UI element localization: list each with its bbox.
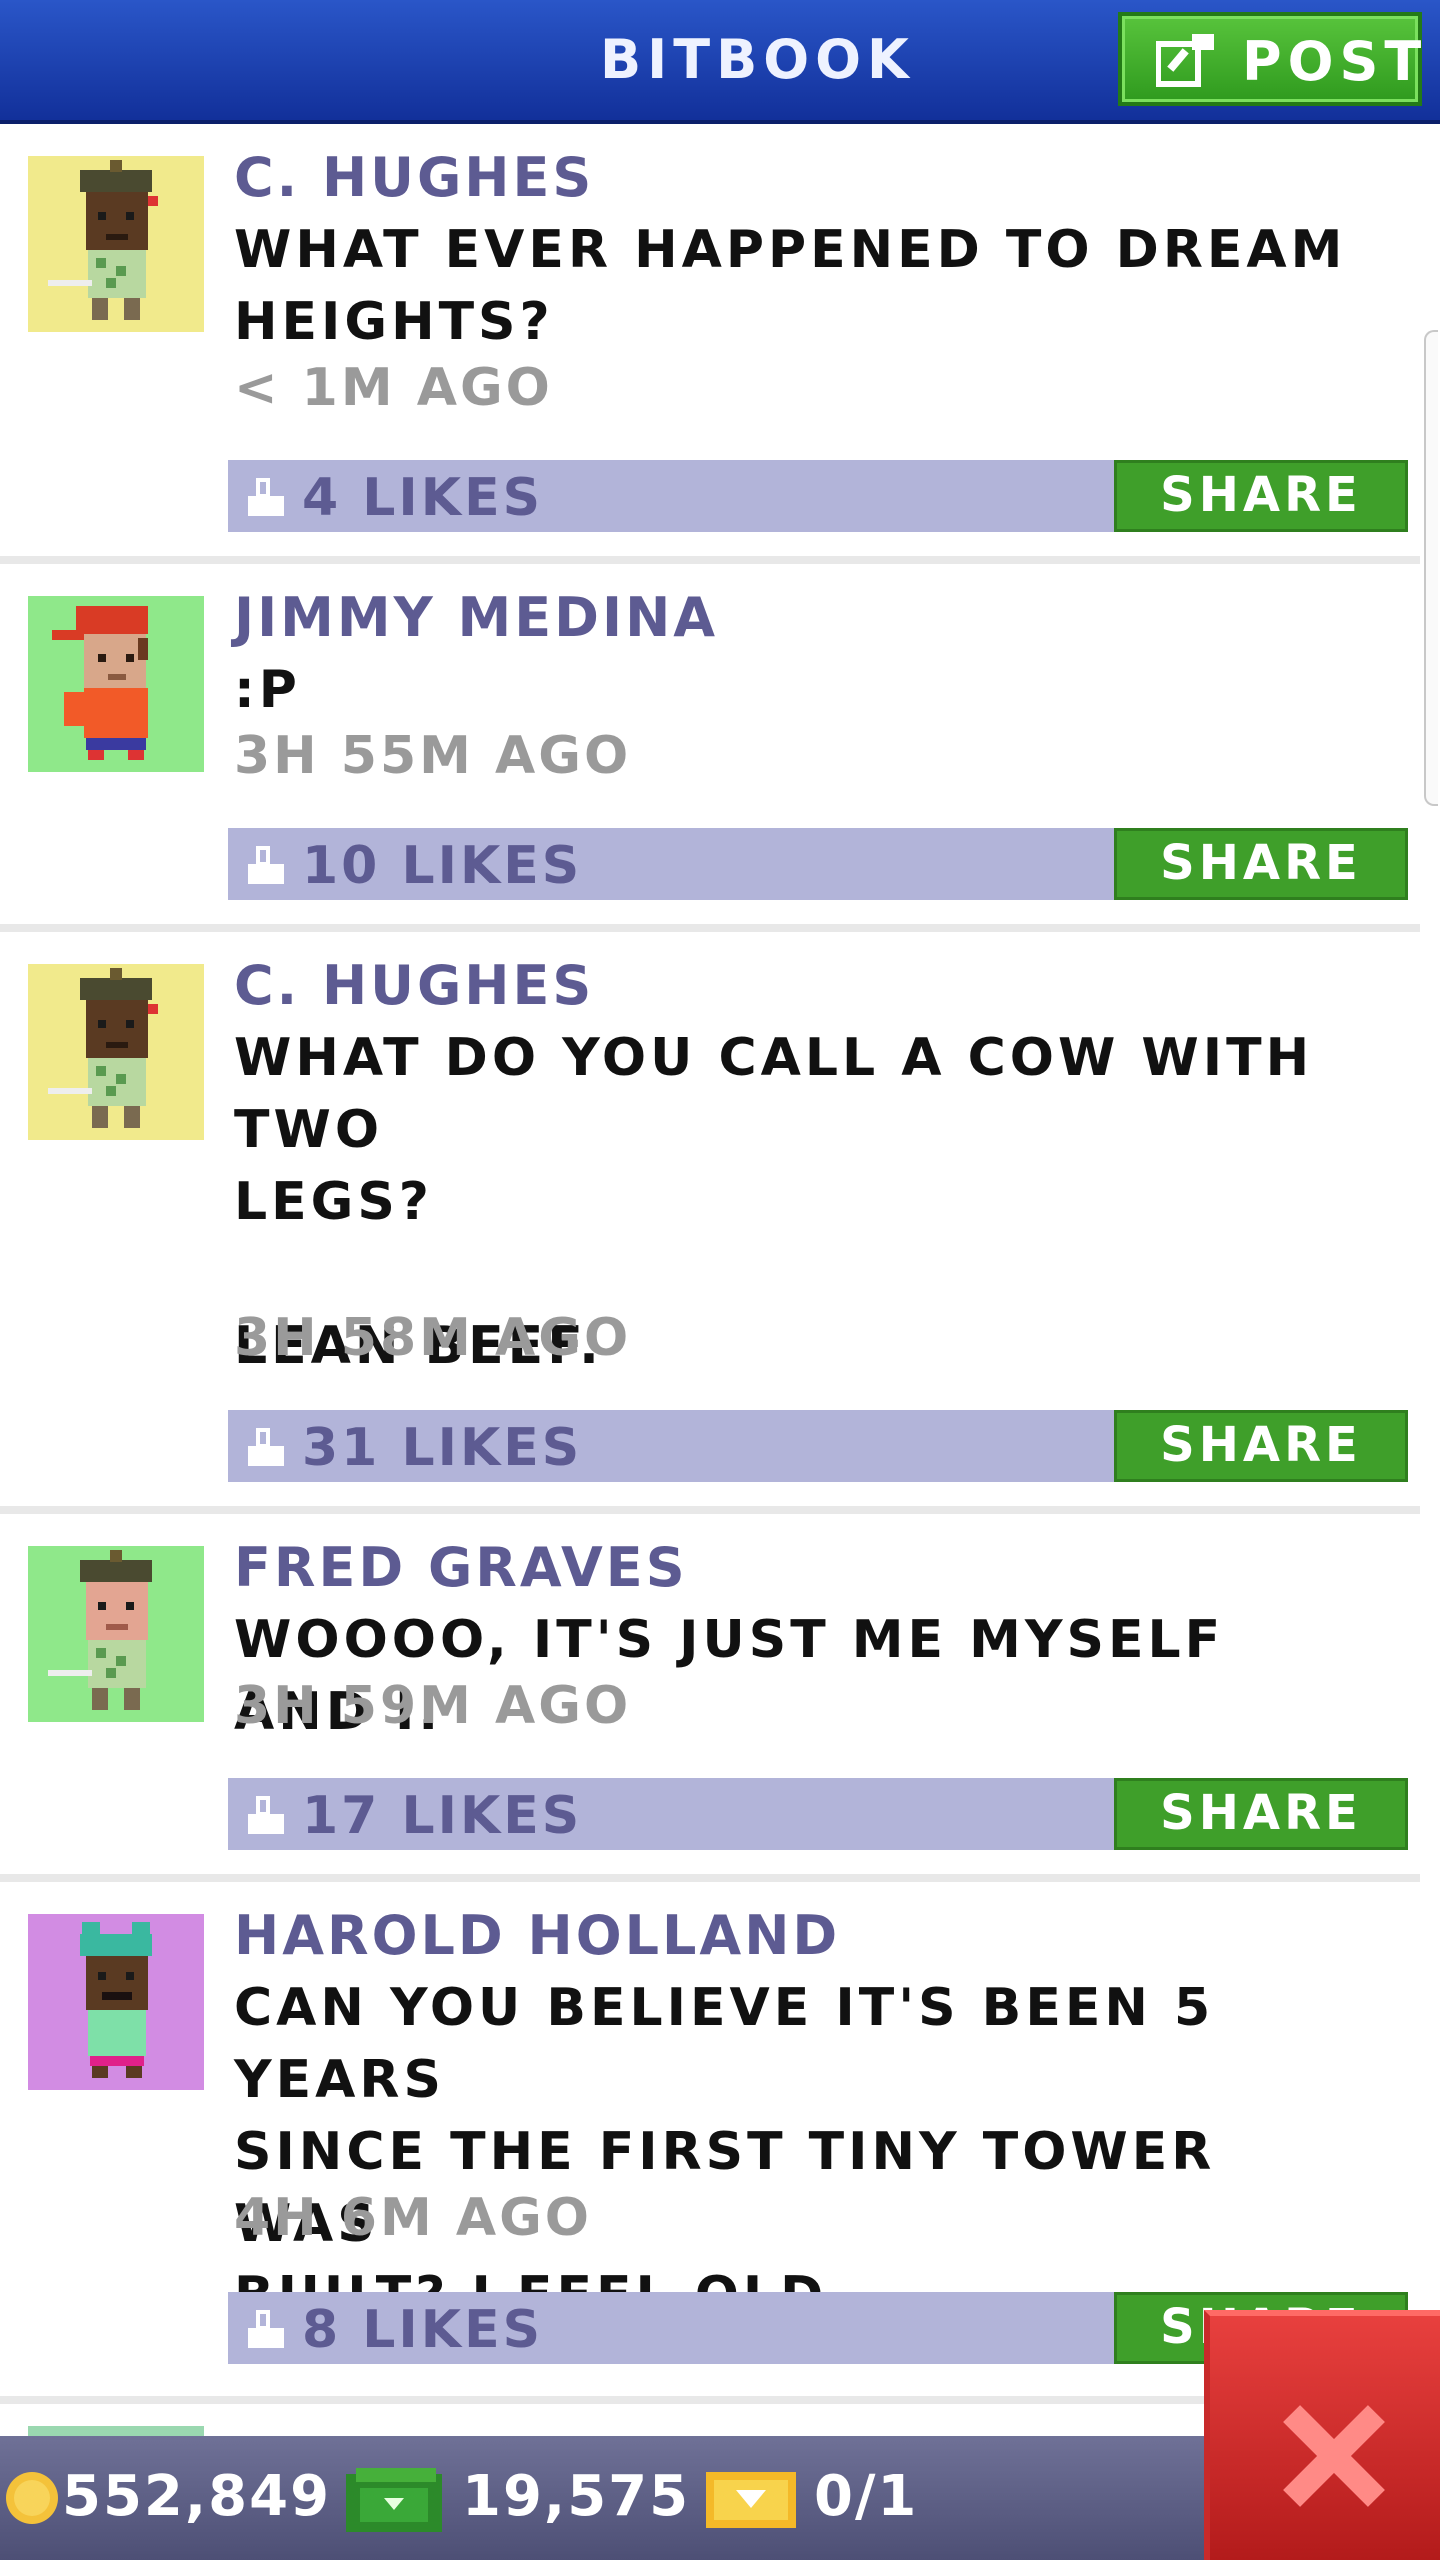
like-count: 8 LIKES [302,2300,544,2360]
avatar[interactable] [28,964,204,1140]
close-icon [1283,2405,1385,2507]
avatar-golfer-dark-icon [28,156,204,332]
avatar[interactable] [28,156,204,332]
app-title: BITBOOK [600,28,915,91]
author-name[interactable]: JIMMY MEDINA [234,586,718,649]
bux-count: 19,575 [462,2464,691,2529]
ticket-icon [706,2472,796,2528]
thumbs-up-icon[interactable] [242,474,290,522]
scrollbar[interactable] [1424,330,1438,806]
close-button[interactable] [1204,2310,1440,2560]
author-name[interactable]: C. HUGHES [234,954,594,1017]
post-message: CAN YOU BELIEVE IT'S BEEN 5 YEARS SINCE … [234,1978,1216,2326]
avatar-partial [28,2426,204,2436]
post-time: < 1M AGO [234,358,553,418]
avatar-red-cap-icon [28,596,204,772]
like-bar: 4 LIKES SHARE [228,460,1408,532]
bux-icon [346,2468,442,2532]
thumbs-up-icon[interactable] [242,1792,290,1840]
feed-post: JIMMY MEDINA :P 3H 55M AGO 10 LIKES SHAR… [0,564,1420,924]
coin-icon [6,2472,58,2524]
avatar[interactable] [28,1546,204,1722]
like-count: 31 LIKES [302,1418,583,1478]
like-bar: 10 LIKES SHARE [228,828,1408,900]
thumbs-up-icon[interactable] [242,842,290,890]
share-button[interactable]: SHARE [1114,1410,1408,1482]
avatar[interactable] [28,596,204,772]
post-message: WHAT EVER HAPPENED TO DREAM HEIGHTS? [234,220,1347,352]
avatar-golfer-light-icon [28,1546,204,1722]
author-name[interactable]: HAROLD HOLLAND [234,1904,840,1967]
like-bar: 17 LIKES SHARE [228,1778,1408,1850]
avatar[interactable] [28,1914,204,2090]
author-name[interactable]: C. HUGHES [234,146,594,209]
post-button[interactable]: POST [1118,12,1422,106]
post-message: :P [234,660,301,720]
post-divider [0,1506,1420,1514]
share-button[interactable]: SHARE [1114,1778,1408,1850]
post-divider [0,556,1420,564]
like-bar: 31 LIKES SHARE [228,1410,1408,1482]
avatar-golfer-dark-icon [28,964,204,1140]
like-count: 17 LIKES [302,1786,583,1846]
top-bar: BITBOOK POST [0,0,1440,124]
post-label: POST [1242,30,1428,93]
thumbs-up-icon[interactable] [242,1424,290,1472]
post-divider [0,924,1420,932]
post-time: 3H 59M AGO [234,1676,632,1736]
avatar-frog-hat-icon [28,1914,204,2090]
ticket-count: 0/1 [814,2464,919,2529]
thumbs-up-icon[interactable] [242,2306,290,2354]
post-time: 3H 58M AGO [234,1308,632,1368]
post-time: 4H 6M AGO [234,2188,592,2248]
coin-count: 552,849 [62,2464,332,2529]
post-divider [0,1874,1420,1882]
share-button[interactable]: SHARE [1114,828,1408,900]
post-time: 3H 55M AGO [234,726,632,786]
feed-post: C. HUGHES WHAT EVER HAPPENED TO DREAM HE… [0,124,1420,556]
like-count: 4 LIKES [302,468,544,528]
edit-icon [1156,34,1214,87]
feed-post: FRED GRAVES WOOOO, IT'S JUST ME MYSELF A… [0,1514,1420,1874]
share-button[interactable]: SHARE [1114,460,1408,532]
author-name[interactable]: FRED GRAVES [234,1536,688,1599]
like-count: 10 LIKES [302,836,583,896]
feed-post: C. HUGHES WHAT DO YOU CALL A COW WITH TW… [0,932,1420,1506]
